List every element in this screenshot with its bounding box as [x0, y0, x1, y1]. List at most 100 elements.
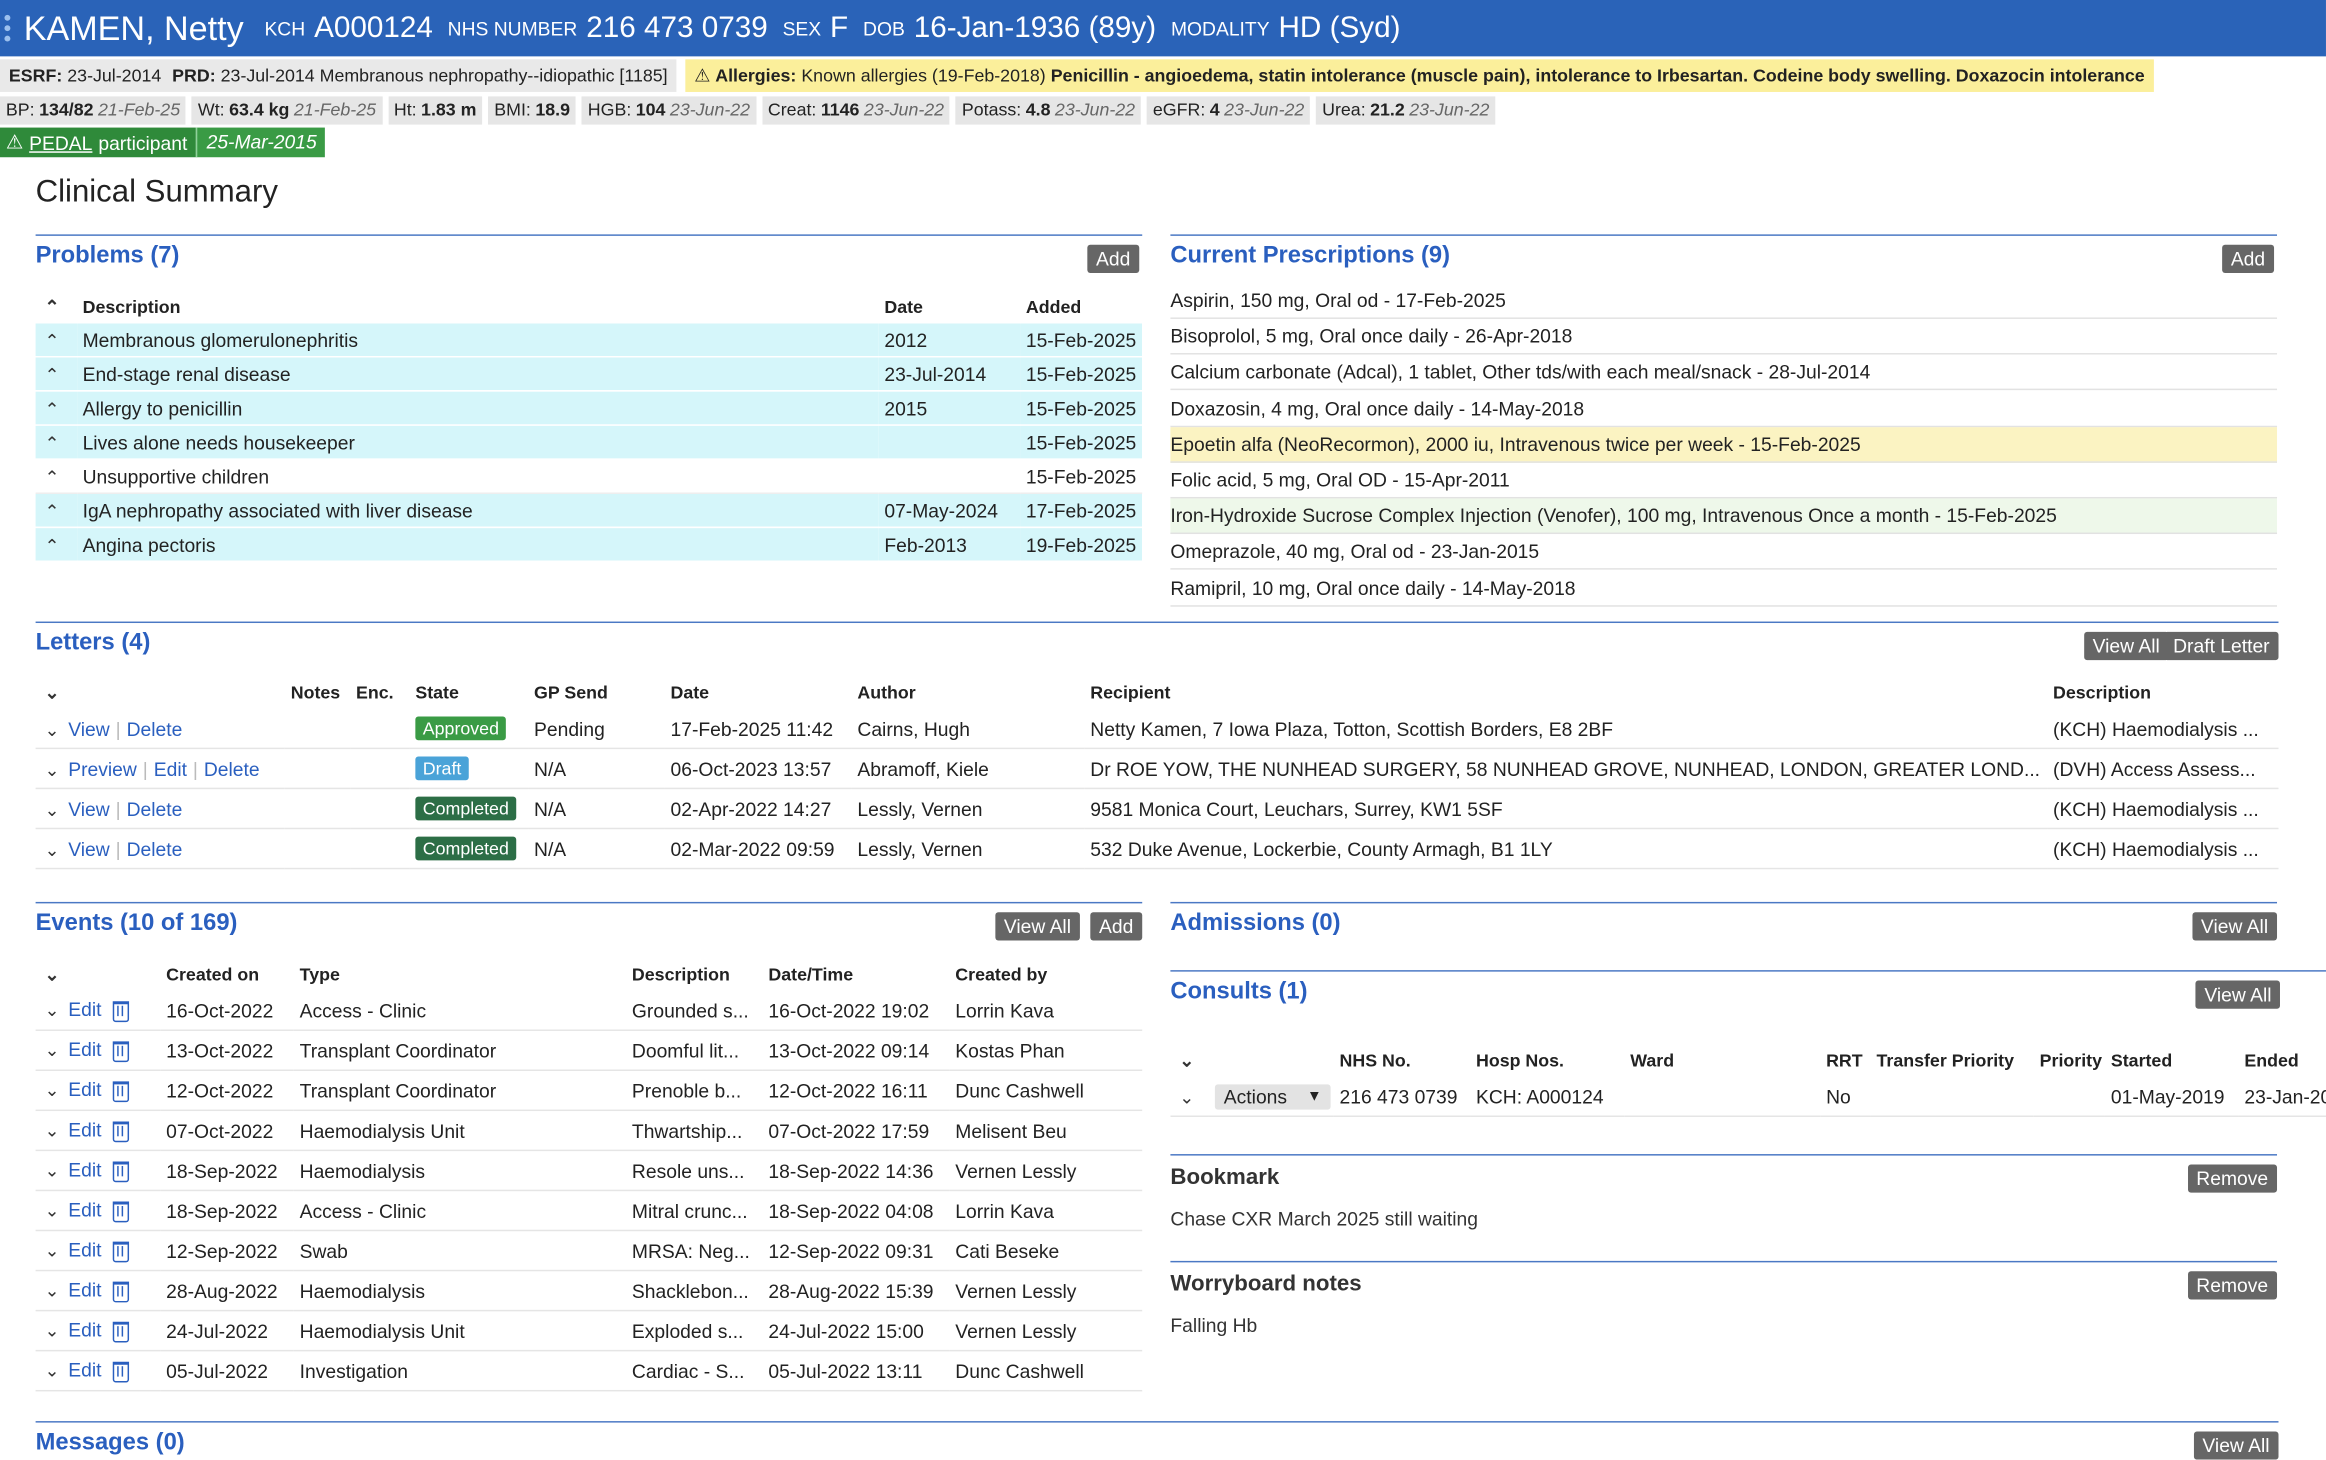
letter-view-link[interactable]: View: [68, 837, 109, 859]
collapse-row-icon[interactable]: ⌃: [42, 330, 63, 351]
admissions-panel: Admissions (0) View All: [1170, 901, 2278, 957]
trash-icon[interactable]: [113, 1241, 130, 1263]
event-edit-link[interactable]: Edit: [68, 1159, 101, 1181]
problem-row[interactable]: ⌃ Membranous glomerulonephritis 2012 15-Feb…: [35, 323, 1143, 358]
collapse-row-icon[interactable]: ⌃: [42, 501, 63, 522]
collapse-all-icon[interactable]: ⌃: [42, 297, 63, 318]
add-event-button[interactable]: Add: [1090, 912, 1143, 941]
letter-view-link[interactable]: View: [68, 717, 109, 739]
expand-all-icon[interactable]: ⌄: [42, 682, 63, 703]
consults-title[interactable]: Consults (1): [1170, 979, 1307, 1006]
event-edit-link[interactable]: Edit: [68, 1319, 101, 1341]
expand-row-icon[interactable]: ⌄: [42, 799, 63, 820]
trash-icon[interactable]: [113, 1281, 130, 1303]
expand-row-icon[interactable]: ⌄: [42, 1321, 63, 1342]
collapse-row-icon[interactable]: ⌃: [42, 467, 63, 488]
event-edit-link[interactable]: Edit: [68, 1239, 101, 1261]
pedal-link[interactable]: PEDAL: [29, 131, 92, 153]
letter-delete-link[interactable]: Delete: [127, 797, 183, 819]
letter-view-link[interactable]: View: [68, 797, 109, 819]
expand-row-icon[interactable]: ⌄: [1176, 1087, 1197, 1108]
expand-row-icon[interactable]: ⌄: [42, 1000, 63, 1021]
prescription-item[interactable]: Aspirin, 150 mg, Oral od - 17-Feb-2025: [1170, 283, 2278, 319]
expand-row-icon[interactable]: ⌄: [42, 839, 63, 860]
events-view-all-button[interactable]: View All: [994, 912, 1080, 941]
event-edit-link[interactable]: Edit: [68, 1279, 101, 1301]
trash-icon[interactable]: [113, 1201, 130, 1222]
trash-icon[interactable]: [113, 1321, 130, 1343]
event-edit-link[interactable]: Edit: [68, 1199, 101, 1221]
draft-letter-button[interactable]: Draft Letter: [2164, 631, 2279, 661]
expand-row-icon[interactable]: ⌄: [42, 1120, 63, 1141]
vital-date: 23-Jun-22: [863, 99, 945, 121]
admissions-view-all-button[interactable]: View All: [2192, 912, 2278, 941]
event-created-by: Dunc Cashwell: [949, 1350, 1143, 1392]
remove-bookmark-button[interactable]: Remove: [2187, 1164, 2278, 1193]
event-edit-link[interactable]: Edit: [68, 999, 101, 1021]
add-problem-button[interactable]: Add: [1087, 244, 1140, 273]
event-edit-link[interactable]: Edit: [68, 1119, 101, 1141]
expand-row-icon[interactable]: ⌄: [42, 1080, 63, 1101]
problem-row[interactable]: ⌃ Angina pectoris Feb-2013 19-Feb-2025: [35, 527, 1143, 563]
prescription-item[interactable]: Ramipril, 10 mg, Oral once daily - 14-Ma…: [1170, 571, 2278, 607]
prescription-item[interactable]: Doxazosin, 4 mg, Oral once daily - 14-Ma…: [1170, 391, 2278, 427]
prescription-item[interactable]: Omeprazole, 40 mg, Oral od - 23-Jan-2015: [1170, 535, 2278, 571]
letters-title[interactable]: Letters (4): [36, 630, 151, 657]
event-edit-link[interactable]: Edit: [68, 1039, 101, 1061]
problem-row[interactable]: ⌃ End-stage renal disease 23-Jul-2014 15-Fe…: [35, 356, 1143, 392]
collapse-row-icon[interactable]: ⌃: [42, 364, 63, 385]
letter-row: ⌄ View | Delete Approved Pending 17-Feb-2025 1…: [35, 709, 2279, 750]
expand-all-icon[interactable]: ⌄: [42, 964, 63, 985]
prescription-item[interactable]: Calcium carbonate (Adcal), 1 tablet, Oth…: [1170, 355, 2278, 391]
admissions-title[interactable]: Admissions (0): [1170, 911, 1340, 938]
trash-icon[interactable]: [113, 1000, 130, 1022]
kch-value: A000124: [314, 11, 433, 44]
prescriptions-title[interactable]: Current Prescriptions (9): [1170, 243, 1450, 270]
prescription-item[interactable]: Bisoprolol, 5 mg, Oral once daily - 26-A…: [1170, 319, 2278, 355]
expand-row-icon[interactable]: ⌄: [42, 1240, 63, 1261]
expand-row-icon[interactable]: ⌄: [42, 759, 63, 780]
modality-value: HD (Syd): [1278, 11, 1401, 44]
collapse-row-icon[interactable]: ⌃: [42, 398, 63, 419]
remove-worryboard-button[interactable]: Remove: [2187, 1271, 2278, 1300]
messages-view-all-button[interactable]: View All: [2193, 1431, 2279, 1460]
collapse-row-icon[interactable]: ⌃: [42, 432, 63, 453]
letter-delete-link[interactable]: Delete: [204, 757, 260, 779]
letter-delete-link[interactable]: Delete: [127, 837, 183, 859]
trash-icon[interactable]: [113, 1361, 130, 1383]
problem-row[interactable]: ⌃ IgA nephropathy associated with liver d…: [35, 493, 1143, 529]
prescription-item[interactable]: Iron-Hydroxide Sucrose Complex Injection…: [1170, 498, 2278, 535]
event-edit-link[interactable]: Edit: [68, 1079, 101, 1101]
problem-row[interactable]: ⌃ Allergy to penicillin 2015 15-Feb-2025: [35, 390, 1143, 426]
sex-label: SEX: [782, 17, 822, 40]
messages-title[interactable]: Messages (0): [36, 1430, 185, 1457]
expand-row-icon[interactable]: ⌄: [42, 719, 63, 740]
drag-handle-icon[interactable]: [4, 14, 16, 42]
expand-row-icon[interactable]: ⌄: [42, 1200, 63, 1221]
expand-row-icon[interactable]: ⌄: [42, 1160, 63, 1181]
problem-row[interactable]: ⌃ Lives alone needs housekeeper 15-Feb-202…: [35, 424, 1143, 460]
letters-view-all-button[interactable]: View All: [2083, 631, 2169, 661]
col-added: Added: [1025, 296, 1082, 318]
consults-view-all-button[interactable]: View All: [2195, 980, 2281, 1009]
actions-dropdown[interactable]: Actions ▼: [1214, 1083, 1331, 1109]
trash-icon[interactable]: [113, 1081, 130, 1102]
trash-icon[interactable]: [113, 1041, 130, 1062]
problems-title[interactable]: Problems (7): [36, 243, 180, 270]
expand-all-icon[interactable]: ⌄: [1176, 1050, 1197, 1071]
add-prescription-button[interactable]: Add: [2221, 244, 2275, 273]
collapse-row-icon[interactable]: ⌃: [42, 535, 63, 556]
expand-row-icon[interactable]: ⌄: [42, 1040, 63, 1061]
letter-edit-link[interactable]: Edit: [154, 757, 187, 779]
problem-row[interactable]: ⌃ Unsupportive children 15-Feb-2025: [35, 459, 1143, 494]
events-title[interactable]: Events (10 of 169): [36, 911, 238, 938]
prescription-item[interactable]: Folic acid, 5 mg, Oral OD - 15-Apr-2011: [1170, 463, 2278, 499]
trash-icon[interactable]: [113, 1121, 130, 1142]
trash-icon[interactable]: [113, 1161, 130, 1182]
letter-delete-link[interactable]: Delete: [127, 717, 183, 739]
letter-preview-link[interactable]: Preview: [68, 757, 137, 779]
expand-row-icon[interactable]: ⌄: [42, 1361, 63, 1382]
prescription-item[interactable]: Epoetin alfa (NeoRecormon), 2000 iu, Int…: [1170, 426, 2278, 463]
expand-row-icon[interactable]: ⌄: [42, 1280, 63, 1301]
event-edit-link[interactable]: Edit: [68, 1359, 101, 1381]
